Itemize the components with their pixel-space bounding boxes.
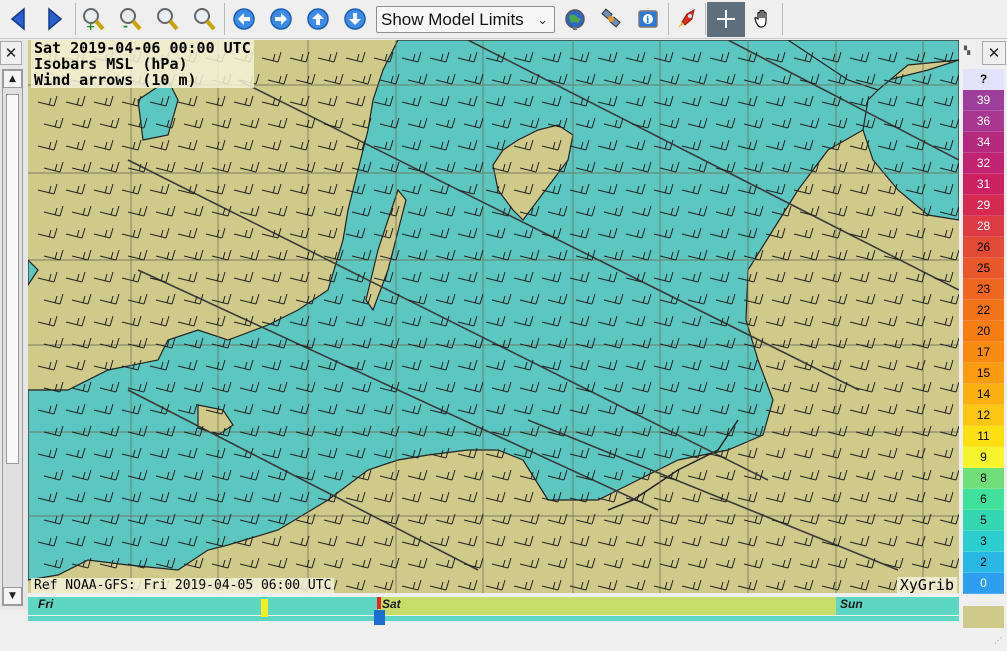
panel-handle-icon[interactable]: ▚: [964, 46, 976, 60]
zoom-in-icon[interactable]: +: [78, 4, 108, 34]
map-wind-label: Wind arrows (10 m): [34, 71, 197, 89]
legend-entry: 26: [963, 237, 1004, 258]
legend-entry: 32: [963, 153, 1004, 174]
legend-entry: 23: [963, 279, 1004, 300]
resize-grip-icon[interactable]: ⋰: [994, 637, 1004, 648]
pan-right-icon[interactable]: [266, 4, 296, 34]
legend-entry: 12: [963, 405, 1004, 426]
svg-text:i: i: [646, 16, 650, 26]
legend-entry: 15: [963, 363, 1004, 384]
timeline-now-marker: [261, 599, 268, 617]
rocket-icon[interactable]: [672, 4, 702, 34]
timeline-bar: [28, 616, 959, 621]
nw-sea: [137, 79, 179, 141]
legend-entry: 2: [963, 552, 1004, 573]
timeline-day-fri: Fri: [38, 597, 54, 611]
timeline-slider[interactable]: Fri Sat Sun: [28, 593, 959, 628]
crosshair-icon[interactable]: [711, 4, 741, 34]
pan-left-icon[interactable]: [229, 4, 259, 34]
chevron-down-icon: ⌄: [537, 12, 548, 27]
legend-entry: 5: [963, 510, 1004, 531]
reference-model-label: Ref NOAA-GFS: Fri 2019-04-05 06:00 UTC: [31, 578, 335, 593]
model-limits-select[interactable]: Show Model Limits ⌄: [376, 6, 555, 33]
scroll-down-icon[interactable]: ▼: [3, 587, 22, 605]
weather-map[interactable]: Sat 2019-04-06 00:00 UTC Isobars MSL (hP…: [28, 40, 959, 593]
back-arrow-icon[interactable]: [3, 4, 33, 34]
legend-entry: 34: [963, 132, 1004, 153]
legend-entry: 0: [963, 573, 1004, 594]
map-info-box: Sat 2019-04-06 00:00 UTC Isobars MSL (hP…: [31, 40, 254, 88]
legend-entry: 29: [963, 195, 1004, 216]
svg-text:-: -: [123, 19, 128, 32]
legend-entry: 3: [963, 531, 1004, 552]
legend-unknown: ?: [963, 69, 1004, 90]
forward-arrow-icon[interactable]: [40, 4, 70, 34]
legend-entry: 31: [963, 174, 1004, 195]
legend-entry: 14: [963, 384, 1004, 405]
close-icon: ✕: [987, 44, 1001, 62]
toolbar: + - Show Model Limits ⌄ i: [0, 0, 1007, 39]
timeline-handle[interactable]: [374, 610, 385, 625]
map-isobars-label: Isobars MSL (hPa): [34, 55, 188, 73]
map-canvas: [28, 40, 959, 593]
info-icon[interactable]: i: [633, 4, 663, 34]
pan-up-icon[interactable]: [303, 4, 333, 34]
satellite-icon[interactable]: [596, 4, 626, 34]
legend-entry: 9: [963, 447, 1004, 468]
brand-label: XyGrib: [896, 577, 957, 593]
close-icon: ✕: [4, 44, 18, 62]
legend-entry: 20: [963, 321, 1004, 342]
zoom-selection-icon[interactable]: [152, 4, 182, 34]
timeline-day-sat: Sat: [382, 597, 401, 611]
earth-icon[interactable]: [560, 4, 590, 34]
close-left-panel-button[interactable]: ✕: [0, 41, 22, 65]
app-window: + - Show Model Limits ⌄ i ✕ ▲ ▼ Sat 2019…: [0, 0, 1007, 651]
legend-filler: [963, 606, 1004, 628]
legend-entry: 28: [963, 216, 1004, 237]
legend-entry: 6: [963, 489, 1004, 510]
legend-entry: 36: [963, 111, 1004, 132]
wind-speed-legend: ? 39 36 34 32 31 29 28 26 25 23 22 20 17 15 14 12 11 9 8 6 5…: [963, 69, 1004, 594]
zoom-fit-icon[interactable]: [189, 4, 219, 34]
legend-entry: 39: [963, 90, 1004, 111]
close-right-panel-button[interactable]: ✕: [982, 41, 1006, 65]
svg-text:+: +: [86, 20, 95, 32]
scroll-up-icon[interactable]: ▲: [3, 70, 22, 88]
timeline-current-marker: [377, 597, 381, 609]
pan-down-icon[interactable]: [340, 4, 370, 34]
scroll-thumb[interactable]: [6, 94, 19, 464]
timeline-current-day: [378, 597, 836, 615]
legend-entry: 8: [963, 468, 1004, 489]
map-date-label: Sat 2019-04-06 00:00 UTC: [34, 40, 251, 57]
legend-entry: 17: [963, 342, 1004, 363]
hand-icon[interactable]: [748, 4, 778, 34]
legend-entry: 22: [963, 300, 1004, 321]
vertical-scrollbar[interactable]: ▲ ▼: [2, 69, 23, 606]
timeline-day-sun: Sun: [840, 597, 863, 611]
legend-entry: 11: [963, 426, 1004, 447]
zoom-out-icon[interactable]: -: [115, 4, 145, 34]
model-limits-select-value: Show Model Limits: [381, 10, 524, 29]
legend-entry: 25: [963, 258, 1004, 279]
